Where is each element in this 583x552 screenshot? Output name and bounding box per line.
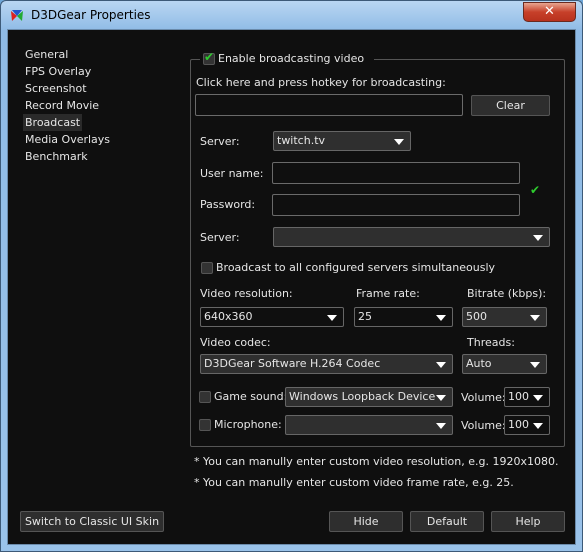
help-button[interactable]: Help <box>491 511 565 532</box>
bitrate-dropdown[interactable]: 500 <box>462 307 547 327</box>
default-button[interactable]: Default <box>410 511 484 532</box>
chevron-down-icon <box>436 395 446 401</box>
sidebar-item-media-overlays[interactable]: Media Overlays <box>23 131 112 148</box>
sidebar-item-fps-overlay[interactable]: FPS Overlay <box>23 63 93 80</box>
chevron-down-icon <box>327 315 337 321</box>
resolution-value: 640x360 <box>204 310 253 323</box>
sidebar-item-record-movie[interactable]: Record Movie <box>23 97 101 114</box>
chevron-down-icon <box>436 362 446 368</box>
microphone-label: Microphone: <box>214 418 282 431</box>
game-sound-device-value: Windows Loopback Device <box>289 390 436 403</box>
codec-label: Video codec: <box>200 336 271 349</box>
framerate-label: Frame rate: <box>356 287 420 300</box>
client-area: General FPS Overlay Screenshot Record Mo… <box>7 29 576 545</box>
username-input[interactable] <box>272 162 520 184</box>
game-sound-device-dropdown[interactable]: Windows Loopback Device <box>285 387 453 407</box>
game-volume-value: 100 <box>508 390 529 403</box>
sidebar-item-broadcast[interactable]: Broadcast <box>23 114 83 131</box>
note-resolution: * You can manully enter custom video res… <box>194 455 559 468</box>
microphone-checkbox[interactable] <box>199 419 211 431</box>
game-sound-checkbox[interactable] <box>199 391 211 403</box>
server-value: twitch.tv <box>277 134 326 147</box>
server-label: Server: <box>200 135 240 148</box>
enable-broadcast-label: Enable broadcasting video <box>218 52 365 65</box>
note-framerate: * You can manully enter custom video fra… <box>194 476 514 489</box>
hotkey-label: Click here and press hotkey for broadcas… <box>196 76 446 89</box>
hotkey-input[interactable] <box>195 94 463 116</box>
chevron-down-icon <box>533 423 543 429</box>
hide-button[interactable]: Hide <box>329 511 403 532</box>
enable-broadcast-checkbox[interactable]: ✔ Enable broadcasting video <box>200 50 374 67</box>
threads-label: Threads: <box>467 336 515 349</box>
chevron-down-icon <box>394 139 404 145</box>
mic-volume-label: Volume: <box>461 419 506 432</box>
chevron-down-icon <box>533 395 543 401</box>
server-dropdown[interactable]: twitch.tv <box>273 131 411 151</box>
sidebar-item-screenshot[interactable]: Screenshot <box>23 80 89 97</box>
mic-volume-value: 100 <box>508 418 529 431</box>
chevron-down-icon <box>533 235 543 241</box>
verified-check-icon: ✔ <box>530 183 541 197</box>
resolution-dropdown[interactable]: 640x360 <box>200 307 344 327</box>
chevron-down-icon <box>436 315 446 321</box>
microphone-device-dropdown[interactable] <box>285 415 453 435</box>
framerate-value: 25 <box>358 310 372 323</box>
username-label: User name: <box>200 167 264 180</box>
resolution-label: Video resolution: <box>200 287 293 300</box>
switch-classic-skin-button[interactable]: Switch to Classic UI Skin <box>20 511 164 532</box>
server2-dropdown[interactable] <box>273 227 550 247</box>
all-servers-label: Broadcast to all configured servers simu… <box>216 261 496 274</box>
framerate-dropdown[interactable]: 25 <box>354 307 453 327</box>
window-title: D3DGear Properties <box>31 8 151 22</box>
bitrate-label: Bitrate (kbps): <box>467 287 547 300</box>
checkmark-icon: ✔ <box>204 50 215 64</box>
threads-dropdown[interactable]: Auto <box>462 354 547 374</box>
sidebar-item-benchmark[interactable]: Benchmark <box>23 148 90 165</box>
checkbox-box: ✔ <box>203 50 215 65</box>
close-button[interactable]: ✕ <box>523 2 576 22</box>
all-servers-checkbox[interactable] <box>201 262 213 274</box>
chevron-down-icon <box>530 362 540 368</box>
clear-button[interactable]: Clear <box>471 95 550 116</box>
chevron-down-icon <box>530 315 540 321</box>
game-sound-label: Game sound: <box>214 390 288 403</box>
mic-volume-dropdown[interactable]: 100 <box>504 415 550 435</box>
game-volume-label: Volume: <box>461 391 506 404</box>
codec-dropdown[interactable]: D3DGear Software H.264 Codec <box>200 354 453 374</box>
bitrate-value: 500 <box>466 310 487 323</box>
codec-value: D3DGear Software H.264 Codec <box>204 357 381 370</box>
password-label: Password: <box>200 198 256 211</box>
password-input[interactable] <box>272 194 520 216</box>
threads-value: Auto <box>466 357 492 370</box>
chevron-down-icon <box>436 423 446 429</box>
server2-label: Server: <box>200 231 240 244</box>
d3dgear-logo-icon <box>11 10 23 21</box>
sidebar-item-general[interactable]: General <box>23 46 70 63</box>
game-volume-dropdown[interactable]: 100 <box>504 387 550 407</box>
